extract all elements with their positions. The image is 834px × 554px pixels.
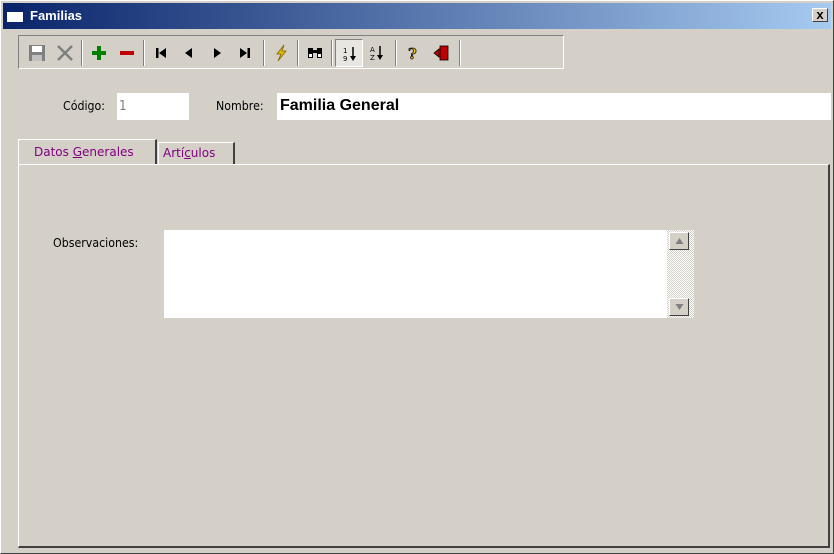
last-record-icon: [240, 48, 250, 58]
next-record-icon: [214, 48, 221, 58]
window-icon: [6, 7, 24, 23]
scroll-down-button[interactable]: [669, 298, 689, 316]
next-record-button[interactable]: [203, 39, 231, 67]
observaciones-scrollbar[interactable]: [667, 230, 694, 318]
delete-icon: [120, 51, 134, 55]
cancel-icon: [57, 45, 73, 61]
sort-alpha-button[interactable]: AZ: [363, 39, 391, 67]
svg-text:9: 9: [343, 55, 347, 63]
arrow-down-icon: [675, 304, 684, 310]
observaciones-textarea[interactable]: [164, 230, 694, 318]
familias-window: Familias x 1 9 A Z ? Código: 1 Nombre: F…: [0, 0, 834, 554]
toolbar-separator: [81, 40, 83, 66]
binoculars-icon: [308, 48, 322, 58]
toolbar-separator: [297, 40, 299, 66]
arrow-up-icon: [675, 238, 684, 244]
previous-record-button[interactable]: [175, 39, 203, 67]
toolbar-separator: [143, 40, 145, 66]
svg-text:?: ?: [408, 45, 417, 62]
nombre-value: Familia General: [280, 97, 400, 114]
previous-record-icon: [185, 48, 192, 58]
toolbar-separator: [395, 40, 397, 66]
toolbar-separator: [459, 40, 461, 66]
nombre-label: Nombre:: [216, 99, 264, 113]
tab-panel: [18, 164, 830, 548]
add-icon: [92, 46, 106, 60]
first-record-button[interactable]: [147, 39, 175, 67]
svg-text:Z: Z: [370, 54, 375, 62]
find-button[interactable]: [301, 39, 329, 67]
toolbar: 19 AZ ?: [3, 31, 831, 73]
sort-alpha-icon: AZ: [370, 46, 383, 62]
delete-button[interactable]: [113, 39, 141, 67]
add-button[interactable]: [85, 39, 113, 67]
close-icon: x: [816, 7, 824, 22]
tab-datos-generales-label: Datos Generales: [34, 145, 134, 159]
cancel-button[interactable]: [51, 39, 79, 67]
toolbar-separator: [331, 40, 333, 66]
codigo-label: Código:: [63, 99, 106, 113]
toolbar-separator: [263, 40, 265, 66]
nombre-field[interactable]: Familia General: [277, 93, 831, 120]
codigo-value: 1: [119, 99, 127, 114]
save-button[interactable]: [23, 39, 51, 67]
codigo-field[interactable]: 1: [117, 93, 189, 120]
sort-numeric-icon: 19: [343, 47, 356, 63]
sort-numeric-button[interactable]: 19: [335, 39, 363, 67]
exit-icon: [433, 45, 449, 61]
lightning-button[interactable]: [267, 39, 295, 67]
exit-button[interactable]: [427, 39, 455, 67]
lightning-icon: [276, 44, 287, 62]
tab-articulos[interactable]: Artículos: [158, 142, 235, 164]
help-button[interactable]: ?: [399, 39, 427, 67]
close-button[interactable]: x: [812, 8, 828, 22]
svg-text:1: 1: [343, 47, 347, 55]
svg-text:A: A: [370, 46, 375, 54]
observaciones-label: Observaciones:: [53, 236, 139, 250]
tab-datos-generales[interactable]: Datos Generales: [18, 139, 157, 165]
scroll-up-button[interactable]: [669, 232, 689, 250]
last-record-button[interactable]: [231, 39, 259, 67]
first-record-icon: [156, 48, 166, 58]
tab-articulos-label: Artículos: [163, 146, 216, 160]
title-bar[interactable]: Familias x: [3, 3, 831, 29]
help-icon: ?: [408, 45, 418, 62]
toolbar-frame: 19 AZ ?: [18, 35, 564, 69]
window-title: Familias: [30, 8, 83, 23]
save-icon: [29, 45, 45, 61]
